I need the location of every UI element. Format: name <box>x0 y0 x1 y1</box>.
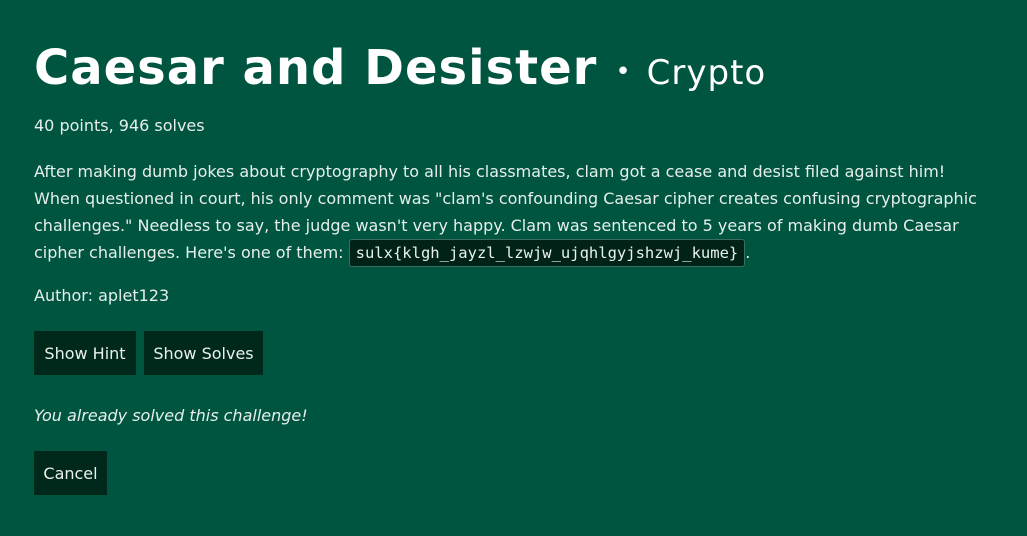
title-row: Caesar and Desister • Crypto <box>34 40 766 96</box>
title-separator: • <box>615 57 631 87</box>
show-hint-button[interactable]: Show Hint <box>34 331 136 375</box>
points-solves: 40 points, 946 solves <box>34 116 205 135</box>
show-solves-button[interactable]: Show Solves <box>144 331 263 375</box>
ciphertext-code: sulx{klgh_jayzl_lzwjw_ujqhlgyjshzwj_kume… <box>348 239 746 267</box>
challenge-modal: Caesar and Desister • Crypto 40 points, … <box>0 0 1027 536</box>
challenge-author: Author: aplet123 <box>34 286 170 305</box>
challenge-description: After making dumb jokes about cryptograp… <box>34 158 984 267</box>
challenge-category: Crypto <box>646 53 767 93</box>
challenge-title: Caesar and Desister <box>34 40 598 96</box>
description-end: . <box>745 243 751 262</box>
cancel-button[interactable]: Cancel <box>34 451 107 495</box>
solved-message: You already solved this challenge! <box>34 406 308 425</box>
